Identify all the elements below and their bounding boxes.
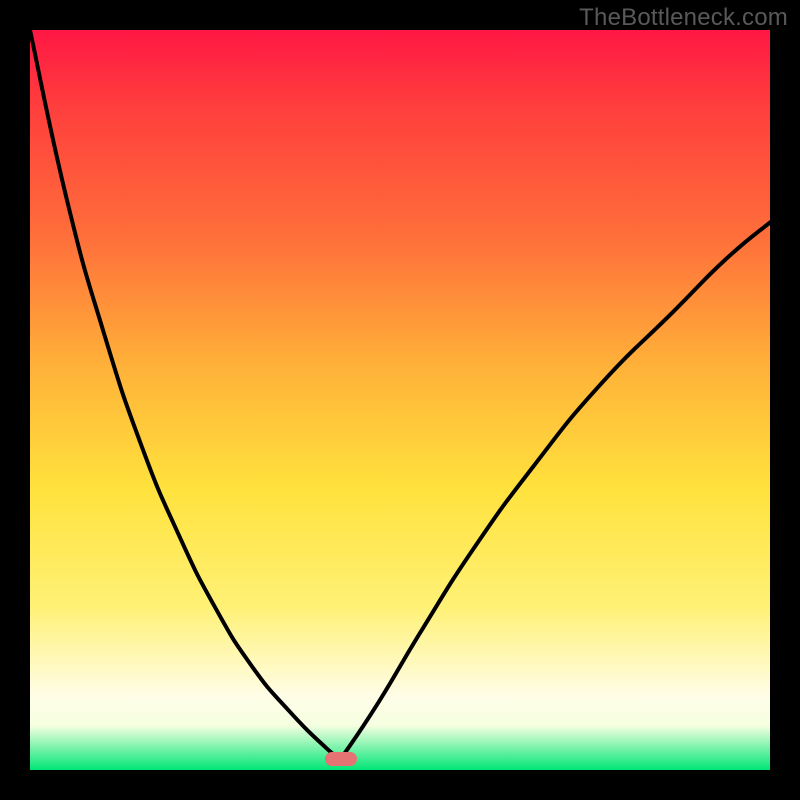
- curve-svg: [30, 30, 770, 770]
- curve-left-branch: [30, 30, 341, 759]
- chart-frame: TheBottleneck.com: [0, 0, 800, 800]
- cusp-marker: [325, 752, 357, 766]
- curve-right-branch: [341, 222, 770, 759]
- watermark-text: TheBottleneck.com: [579, 4, 788, 32]
- plot-area: [30, 30, 770, 770]
